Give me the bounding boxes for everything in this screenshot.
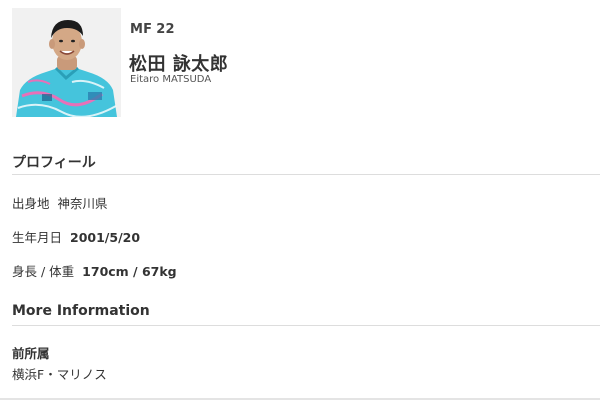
profile-divider: [12, 174, 600, 175]
more-info-section-title: More Information: [12, 303, 150, 319]
more-info-divider: [12, 325, 600, 326]
birthplace-value: 神奈川県: [57, 196, 108, 211]
birthdate-value: 2001/5/20: [70, 230, 141, 245]
player-position: MF: [130, 22, 153, 37]
height-weight-row: 身長 / 体重 170cm / 67kg: [12, 261, 177, 280]
player-name-english: Eitaro MATSUDA: [130, 74, 212, 85]
player-photo: [12, 8, 121, 117]
player-number: 22: [156, 22, 175, 37]
bottom-divider: [0, 398, 600, 400]
birthdate-label: 生年月日: [12, 230, 63, 245]
height-weight-label: 身長 / 体重: [12, 264, 75, 279]
profile-section-title: プロフィール: [12, 155, 96, 171]
previous-club-label: 前所属: [12, 346, 50, 361]
birthdate-row: 生年月日 2001/5/20: [12, 227, 140, 246]
height-weight-value: 170cm / 67kg: [82, 264, 177, 279]
birthplace-row: 出身地 神奈川県: [12, 193, 108, 212]
birthplace-label: 出身地: [12, 196, 50, 211]
player-name-japanese: 松田 詠太郎: [129, 54, 229, 75]
player-position-number: MF 22: [130, 22, 175, 37]
previous-club-value: 横浜F・マリノス: [12, 367, 107, 382]
